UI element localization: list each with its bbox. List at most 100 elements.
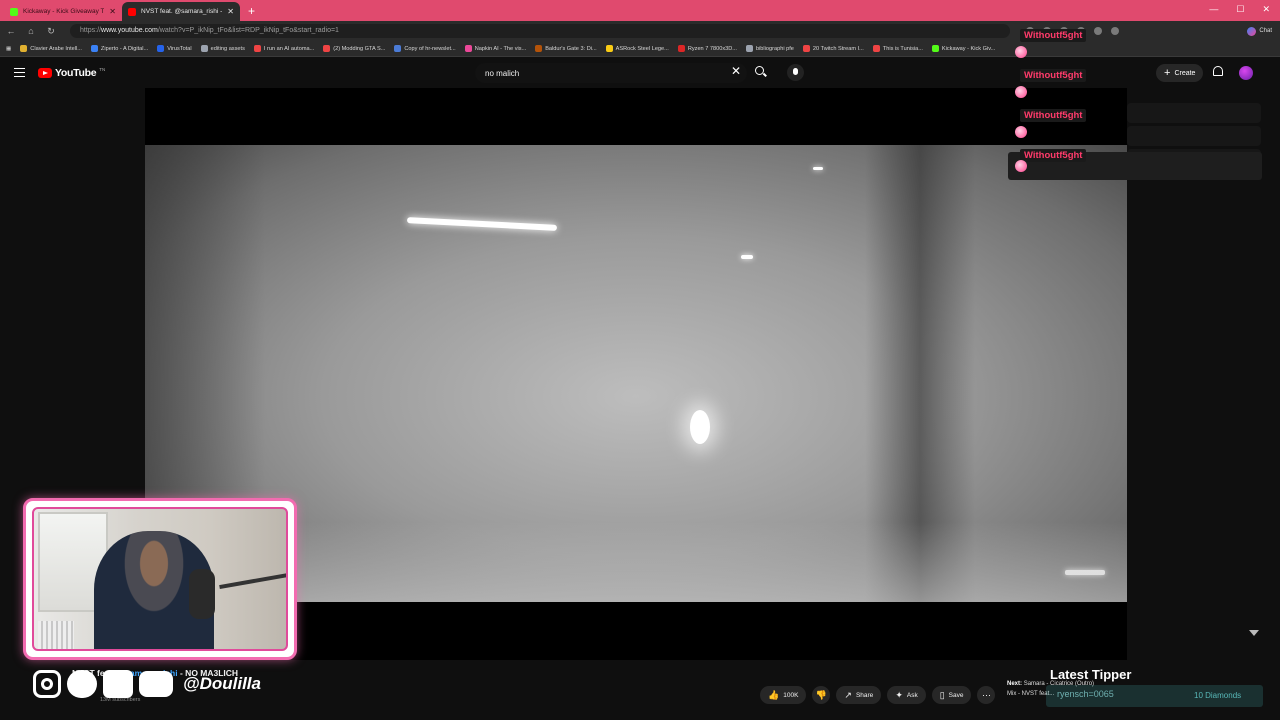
- bookmark-favicon-icon: [90, 45, 98, 52]
- next-label: Next:: [1007, 681, 1023, 687]
- bookmark-label: I run an AI automa...: [263, 45, 315, 52]
- menu-icon[interactable]: [14, 68, 25, 77]
- minimize-icon[interactable]: —: [1209, 4, 1218, 15]
- share-icon: ↗: [844, 689, 852, 700]
- maximize-icon[interactable]: ☐: [1236, 4, 1244, 15]
- url-field[interactable]: https://www.youtube.com/watch?v=P_ikNip_…: [70, 24, 1010, 38]
- country-code: TN: [99, 67, 106, 72]
- browser-tab-youtube[interactable]: NVST feat. @samara_rishi - NO MA3LICH ✕: [122, 2, 240, 21]
- bookmark-favicon-icon: [464, 45, 472, 52]
- bookmark-item[interactable]: Copy of hr-newslet...: [394, 45, 456, 52]
- bookmark-label: Ryzen 7 7800x3D...: [687, 45, 737, 52]
- bookmark-label: Napkin AI - The vis...: [474, 45, 527, 52]
- light-glow: [690, 410, 710, 444]
- light-beam: [406, 217, 558, 231]
- reload-icon[interactable]: ↻: [46, 26, 56, 37]
- bookmark-favicon-icon: [200, 45, 208, 52]
- like-button[interactable]: 👍 100K: [760, 686, 807, 704]
- like-count: 100K: [783, 691, 799, 699]
- bookmark-label: This is Tunisia...: [882, 45, 923, 52]
- chat-username: Withoutf5ght: [1020, 109, 1087, 122]
- chat-message: Withoutf5ght: [1008, 20, 1262, 60]
- bookmark-item[interactable]: bibliographi pfe: [745, 45, 794, 52]
- chat-message: Withoutf5ght: [1008, 149, 1262, 180]
- close-tab-icon[interactable]: ✕: [109, 7, 116, 16]
- apps-icon[interactable]: ▦: [6, 46, 11, 52]
- emote-icon: [1015, 46, 1027, 58]
- bookmark-label: Ziperto - A Digital...: [100, 45, 149, 52]
- bookmark-label: (2) Modding GTA S...: [333, 45, 386, 52]
- bookmark-item[interactable]: Kickaway - Kick Giv...: [931, 45, 996, 52]
- bookmark-label: editing assets: [210, 45, 245, 52]
- bookmark-item[interactable]: This is Tunisia...: [872, 45, 923, 52]
- thumbs-up-icon: 👍: [768, 689, 780, 700]
- light-spark: [741, 255, 753, 259]
- bookmark-item[interactable]: editing assets: [200, 45, 245, 52]
- new-tab-icon[interactable]: +: [248, 4, 255, 18]
- filter-icon[interactable]: [1249, 630, 1259, 638]
- search-icon[interactable]: [755, 66, 764, 75]
- bookmark-item[interactable]: VirusTotal: [157, 45, 192, 52]
- chat-message: Withoutf5ght: [1008, 100, 1262, 140]
- light-spark: [813, 167, 823, 170]
- bookmark-item[interactable]: Napkin AI - The vis...: [464, 45, 527, 52]
- chat-username: Withoutf5ght: [1020, 29, 1087, 42]
- bookmark-favicon-icon: [931, 45, 939, 52]
- bookmark-label: Kickaway - Kick Giv...: [941, 45, 996, 52]
- mic-arm: [219, 572, 286, 590]
- latest-tipper-name: ryensch=0065: [1057, 689, 1114, 699]
- social-handle: @Doulilla: [183, 674, 261, 693]
- chat-username: Withoutf5ght: [1020, 69, 1087, 82]
- back-icon[interactable]: ←: [6, 26, 16, 36]
- share-label: Share: [855, 691, 874, 699]
- bookmark-favicon-icon: [535, 45, 543, 52]
- voice-search-icon[interactable]: [787, 64, 804, 81]
- more-actions-button[interactable]: ⋯: [977, 686, 996, 704]
- kick-icon: [103, 670, 133, 698]
- webcam-frame: [23, 498, 297, 660]
- save-button[interactable]: ▯ Save: [931, 686, 972, 704]
- close-tab-icon[interactable]: ✕: [227, 7, 234, 16]
- ask-button[interactable]: ✦ Ask: [887, 686, 926, 704]
- search-input[interactable]: no malich: [475, 63, 747, 83]
- browser-tab-kickaway[interactable]: Kickaway - Kick Giveaway Tool ✕: [4, 2, 122, 21]
- bookmark-favicon-icon: [677, 45, 685, 52]
- bookmark-favicon-icon: [323, 45, 331, 52]
- window-controls: — ☐ ✕: [1209, 4, 1270, 15]
- webcam-feed: [32, 507, 288, 651]
- latest-tipper-title: Latest Tipper: [1050, 667, 1132, 682]
- bookmark-item[interactable]: Baldur's Gate 3: Di...: [535, 45, 597, 52]
- bookmark-item[interactable]: 20 Twitch Stream I...: [802, 45, 864, 52]
- bookmark-item[interactable]: Ryzen 7 7800x3D...: [677, 45, 737, 52]
- thumbs-down-icon: 👎: [815, 689, 828, 700]
- bookmark-favicon-icon: [802, 45, 810, 52]
- tab-title: Kickaway - Kick Giveaway Tool: [23, 8, 105, 15]
- home-icon[interactable]: ⌂: [26, 26, 36, 36]
- stream-chat-overlay: Withoutf5ght Withoutf5ght Withoutf5ght W…: [1008, 20, 1262, 180]
- kick-favicon-icon: [10, 7, 18, 16]
- dislike-button[interactable]: 👎: [812, 686, 831, 704]
- bookmark-favicon-icon: [872, 45, 880, 52]
- bookmark-item[interactable]: Clavier Arabe Intell...: [20, 45, 82, 52]
- bookmark-label: Copy of hr-newslet...: [404, 45, 456, 52]
- chat-username: Withoutf5ght: [1020, 149, 1087, 162]
- bookmark-icon: ▯: [939, 689, 945, 700]
- bookmark-item[interactable]: Ziperto - A Digital...: [90, 45, 149, 52]
- clear-search-icon[interactable]: ✕: [731, 64, 741, 78]
- url-host: www.youtube.com: [101, 27, 158, 34]
- bookmark-label: 20 Twitch Stream I...: [812, 45, 864, 52]
- close-window-icon[interactable]: ✕: [1262, 4, 1270, 15]
- youtube-icon: [139, 671, 173, 697]
- youtube-logo[interactable]: YouTube TN: [38, 67, 105, 79]
- bookmark-item[interactable]: ASRock Steel Lege...: [605, 45, 669, 52]
- share-button[interactable]: ↗ Share: [836, 686, 882, 704]
- bookmark-label: bibliographi pfe: [755, 45, 794, 52]
- bookmark-item[interactable]: (2) Modding GTA S...: [323, 45, 385, 52]
- emote-icon: [1015, 86, 1027, 98]
- emote-icon: [1015, 160, 1027, 172]
- bookmark-favicon-icon: [253, 45, 261, 52]
- bookmark-label: Clavier Arabe Intell...: [30, 45, 82, 52]
- sparkle-icon: ✦: [895, 689, 903, 700]
- bookmark-item[interactable]: I run an AI automa...: [253, 45, 315, 52]
- bookmark-label: ASRock Steel Lege...: [615, 45, 669, 52]
